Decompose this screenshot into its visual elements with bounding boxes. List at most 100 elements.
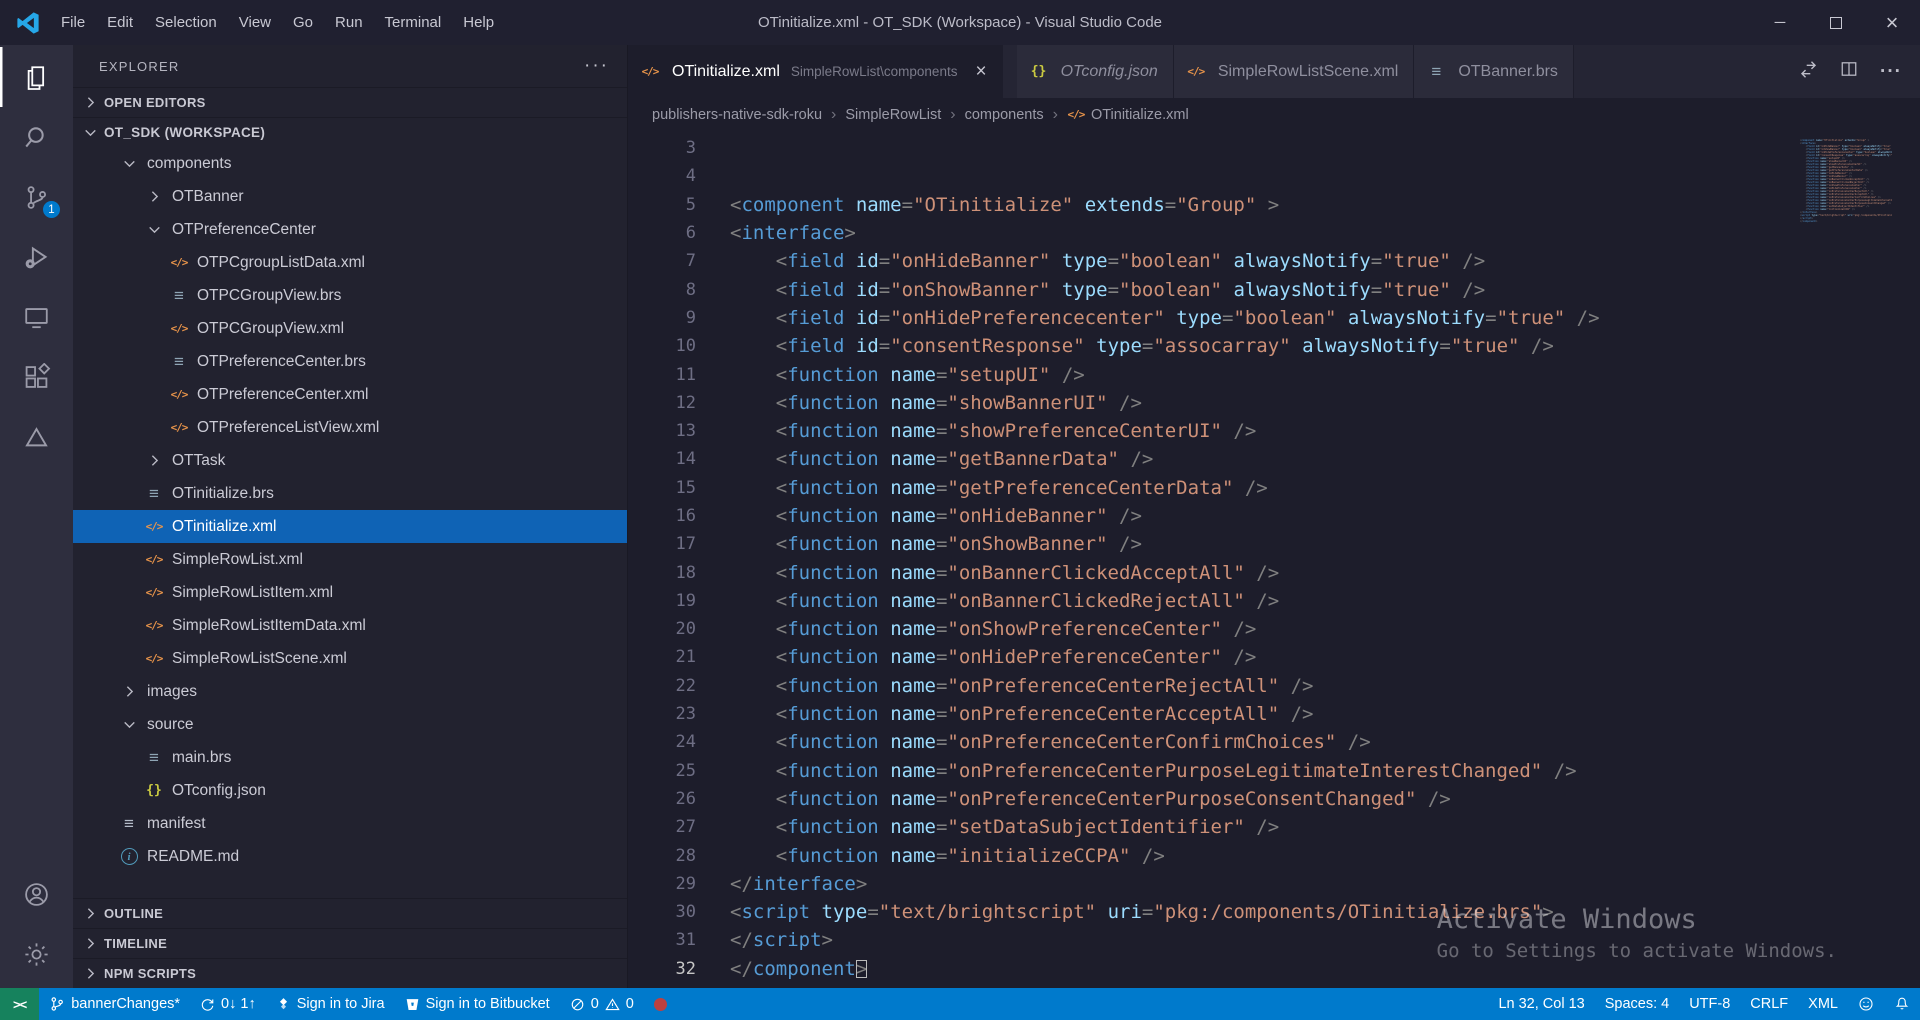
tab-otinitialize-xml[interactable]: </>OTinitialize.xmlSimpleRowList\compone… <box>628 45 1003 98</box>
menu-edit[interactable]: Edit <box>96 0 144 45</box>
split-icon <box>1840 60 1858 78</box>
tab-otconfig-json[interactable]: {}OTconfig.json <box>1017 45 1174 98</box>
status-cursor-position[interactable]: Ln 32, Col 13 <box>1488 988 1594 1020</box>
tree-item-otbanner[interactable]: OTBanner <box>73 180 627 213</box>
breadcrumb-item-otinitialize-xml[interactable]: </>OTinitialize.xml <box>1067 107 1189 123</box>
menu-run[interactable]: Run <box>324 0 374 45</box>
activity-source-control[interactable]: 1 <box>0 167 73 227</box>
code-line: 22 <function name="onPreferenceCenterRej… <box>628 672 1920 700</box>
tree-item-images[interactable]: images <box>73 675 627 708</box>
tree-item-components[interactable]: components <box>73 147 627 180</box>
code-editor[interactable]: 345<component name="OTinitialize" extend… <box>628 131 1920 988</box>
status-remote-indicator[interactable]: >< <box>0 988 39 1020</box>
status-extension-status-dot[interactable] <box>644 988 677 1020</box>
tab-otbanner-brs[interactable]: ≡OTBanner.brs <box>1414 45 1574 98</box>
more-actions-button[interactable]: ··· <box>1880 61 1902 83</box>
menu-help[interactable]: Help <box>452 0 505 45</box>
tree-item-simplerowlist-xml[interactable]: </>SimpleRowList.xml <box>73 543 627 576</box>
bell-icon <box>1894 996 1910 1012</box>
open-editors-section[interactable]: OPEN EDITORS <box>73 87 627 117</box>
tree-item-simplerowlistitem-xml[interactable]: </>SimpleRowListItem.xml <box>73 576 627 609</box>
activity-extensions[interactable] <box>0 347 73 407</box>
activity-settings[interactable] <box>0 924 73 984</box>
tree-item-otpcgroupview-xml[interactable]: </>OTPCGroupView.xml <box>73 312 627 345</box>
line-content: <function name="showPreferenceCenterUI" … <box>730 420 1256 442</box>
status-encoding[interactable]: UTF-8 <box>1679 988 1740 1020</box>
maximize-button[interactable] <box>1808 0 1864 45</box>
tree-item-label: main.brs <box>172 749 231 767</box>
tree-item-otpreferencelistview-xml[interactable]: </>OTPreferenceListView.xml <box>73 411 627 444</box>
tree-item-simplerowlistscene-xml[interactable]: </>SimpleRowListScene.xml <box>73 642 627 675</box>
section-outline[interactable]: OUTLINE <box>73 898 627 928</box>
status-git-branch[interactable]: bannerChanges* <box>39 988 190 1020</box>
tree-item-otpcgrouplistdata-xml[interactable]: </>OTPCgroupListData.xml <box>73 246 627 279</box>
vscode-window: FileEditSelectionViewGoRunTerminalHelp O… <box>0 0 1920 1020</box>
menu-file[interactable]: File <box>50 0 96 45</box>
status-notifications[interactable] <box>1884 988 1920 1020</box>
explorer-more-actions-button[interactable]: ··· <box>584 55 609 77</box>
status-feedback[interactable] <box>1848 988 1884 1020</box>
close-button[interactable]: × <box>1864 0 1920 45</box>
breadcrumb-item-simplerowlist[interactable]: SimpleRowList <box>845 107 941 123</box>
status-indentation[interactable]: Spaces: 4 <box>1595 988 1680 1020</box>
line-content: <function name="showBannerUI" /> <box>730 392 1142 414</box>
minimap-line: </component> <box>1800 220 1892 223</box>
tree-item-simplerowlistitemdata-xml[interactable]: </>SimpleRowListItemData.xml <box>73 609 627 642</box>
activity-remote-explorer[interactable] <box>0 287 73 347</box>
tree-item-source[interactable]: source <box>73 708 627 741</box>
activity-accounts[interactable] <box>0 864 73 924</box>
code-line: 11 <function name="setupUI" /> <box>628 360 1920 388</box>
tree-item-otpreferencecenter-xml[interactable]: </>OTPreferenceCenter.xml <box>73 378 627 411</box>
chevron-right-icon <box>78 965 102 982</box>
menu-go[interactable]: Go <box>282 0 324 45</box>
activity-extension-triangle[interactable] <box>0 407 73 467</box>
code-lines: 345<component name="OTinitialize" extend… <box>628 134 1920 983</box>
workbench: 1 EXPLORER ··· OPEN EDITORS OT_SDK (WORK… <box>0 45 1920 988</box>
section-outline-label: OUTLINE <box>104 906 163 921</box>
line-content: <function name="setupUI" /> <box>730 364 1085 386</box>
status-language-mode[interactable]: XML <box>1798 988 1848 1020</box>
status-git-sync[interactable]: 0↓ 1↑ <box>190 988 266 1020</box>
chevron-down-icon <box>78 124 102 141</box>
tree-item-main-brs[interactable]: ≡main.brs <box>73 741 627 774</box>
tree-item-otinitialize-xml[interactable]: </>OTinitialize.xml <box>73 510 627 543</box>
open-changes-button[interactable] <box>1799 60 1818 84</box>
breadcrumb-item-components[interactable]: components <box>965 107 1044 123</box>
line-number: 6 <box>628 223 696 243</box>
tree-item-otpreferencecenter-brs[interactable]: ≡OTPreferenceCenter.brs <box>73 345 627 378</box>
activity-explorer[interactable] <box>0 47 73 107</box>
activity-search[interactable] <box>0 107 73 167</box>
breadcrumb-item-publishers-native-sdk-roku[interactable]: publishers-native-sdk-roku <box>652 107 822 123</box>
tree-item-otpreferencecenter[interactable]: OTPreferenceCenter <box>73 213 627 246</box>
menu-terminal[interactable]: Terminal <box>374 0 453 45</box>
code-line: 12 <function name="showBannerUI" /> <box>628 389 1920 417</box>
tree-item-otconfig-json[interactable]: {}OTconfig.json <box>73 774 627 807</box>
close-tab-icon[interactable]: × <box>975 61 986 83</box>
line-number: 18 <box>628 563 696 583</box>
section-timeline[interactable]: TIMELINE <box>73 928 627 958</box>
minimap[interactable]: <component name="OTinitialize" extends="… <box>1796 133 1892 223</box>
activity-run-and-debug[interactable] <box>0 227 73 287</box>
tree-item-label: source <box>147 716 194 734</box>
menu-view[interactable]: View <box>228 0 282 45</box>
code-line: 18 <function name="onBannerClickedAccept… <box>628 558 1920 586</box>
tree-item-otinitialize-brs[interactable]: ≡OTinitialize.brs <box>73 477 627 510</box>
tree-item-readme-md[interactable]: iREADME.md <box>73 840 627 873</box>
status-bitbucket-signin[interactable]: Sign in to Bitbucket <box>395 988 560 1020</box>
workspace-section[interactable]: OT_SDK (WORKSPACE) <box>73 117 627 147</box>
menu-selection[interactable]: Selection <box>144 0 228 45</box>
section-npm-scripts[interactable]: NPM SCRIPTS <box>73 958 627 988</box>
status-eol-label: CRLF <box>1750 996 1788 1012</box>
tree-item-otpcgroupview-brs[interactable]: ≡OTPCGroupView.brs <box>73 279 627 312</box>
status-eol[interactable]: CRLF <box>1740 988 1798 1020</box>
tree-item-manifest[interactable]: ≡manifest <box>73 807 627 840</box>
status-jira-signin[interactable]: Sign in to Jira <box>266 988 395 1020</box>
status-problems[interactable]: 00 <box>560 988 644 1020</box>
code-line: 31</script> <box>628 926 1920 954</box>
sidebar-header: EXPLORER ··· <box>73 45 627 87</box>
minimize-button[interactable]: ─ <box>1752 0 1808 45</box>
tree-item-ottask[interactable]: OTTask <box>73 444 627 477</box>
tab-simplerowlistscene-xml[interactable]: </>SimpleRowListScene.xml <box>1174 45 1415 98</box>
tab-label: OTconfig.json <box>1061 63 1158 81</box>
split-editor-button[interactable] <box>1840 60 1858 83</box>
